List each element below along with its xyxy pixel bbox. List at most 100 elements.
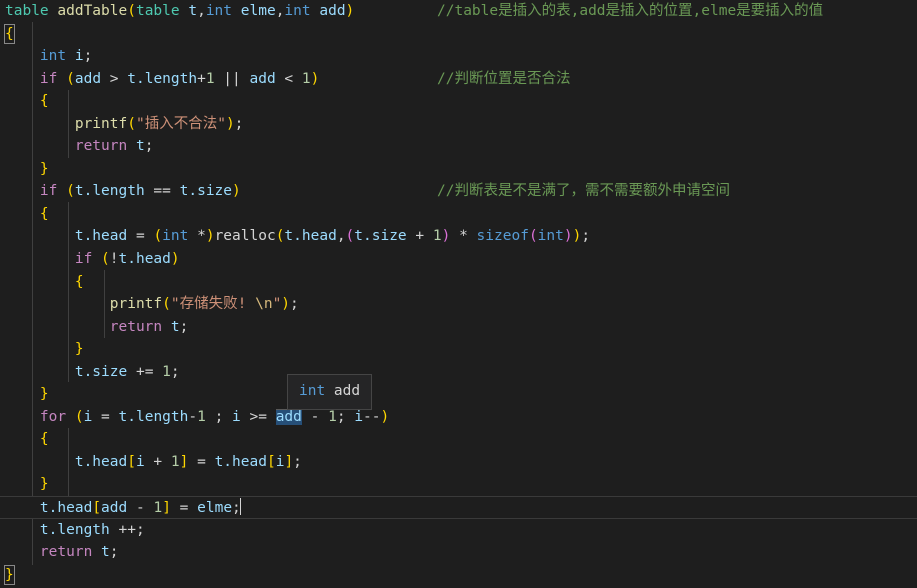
token-semicolon: ; <box>205 408 233 425</box>
code-line[interactable]: t.head[i + 1] = t.head[i]; <box>0 451 917 474</box>
token-variable: i <box>354 408 364 425</box>
token-operator: - <box>188 408 198 425</box>
token-paren: ( <box>127 3 136 19</box>
token-operator: = <box>170 500 198 517</box>
code-line[interactable]: return t; <box>0 541 917 564</box>
token-string: "插入不合法" <box>135 115 226 132</box>
token-string: " <box>272 296 282 313</box>
token-variable: t.head <box>74 453 128 470</box>
token-control-keyword: if <box>39 183 58 200</box>
token-paren: ( <box>66 408 84 425</box>
token-keyword: int <box>39 48 67 65</box>
token-operator: * <box>450 228 477 245</box>
code-line[interactable]: if (!t.head) <box>0 248 917 271</box>
code-line[interactable]: return t; <box>0 135 917 158</box>
token-variable: t <box>127 138 145 155</box>
token-param-type: int <box>284 3 311 19</box>
code-line[interactable]: table addTable(table t,int elme,int add)… <box>0 0 917 23</box>
code-line[interactable]: } <box>0 383 917 406</box>
token-brace-close: } <box>39 160 49 177</box>
code-line[interactable]: } <box>0 338 917 361</box>
code-line[interactable]: if (add > t.length+1 || add < 1)//判断位置是否… <box>0 68 917 91</box>
token-variable: add <box>74 70 102 87</box>
code-line[interactable]: { <box>0 428 917 451</box>
token-number: 1 <box>328 408 337 425</box>
code-line[interactable]: { <box>0 23 917 46</box>
code-line[interactable]: t.head = (int *)realloc(t.head,(t.size +… <box>0 225 917 248</box>
token-param-name: elme <box>232 3 276 19</box>
token-variable: t.head <box>214 453 267 470</box>
token-paren: ) <box>232 183 241 200</box>
token-escape-sequence: \n <box>255 296 273 313</box>
token-variable: i <box>66 48 84 65</box>
token-semicolon: ; <box>179 318 189 335</box>
token-brace-close: } <box>39 386 49 403</box>
token-paren: ) <box>310 70 320 87</box>
token-brace-open: { <box>39 431 49 448</box>
token-semicolon: ; <box>170 363 180 380</box>
code-line[interactable]: t.size += 1; <box>0 361 917 384</box>
token-control-keyword: if <box>39 70 58 87</box>
code-line[interactable]: return t; <box>0 316 917 339</box>
token-variable: t <box>162 318 180 335</box>
token-paren: ( <box>345 228 355 245</box>
token-comma: , <box>336 228 346 245</box>
token-operator: ++ <box>109 521 136 538</box>
code-line[interactable]: { <box>0 90 917 113</box>
code-line[interactable]: for (i = t.length-1 ; i >= add - 1; i--) <box>0 406 917 429</box>
token-semicolon: ; <box>581 228 591 245</box>
code-line[interactable]: } <box>0 564 917 587</box>
token-function-name: addTable <box>57 3 128 19</box>
token-operator: == <box>144 183 180 200</box>
token-paren: ( <box>127 115 136 132</box>
code-line[interactable]: printf("存储失败! \n"); <box>0 293 917 316</box>
token-variable: t.head <box>284 228 337 245</box>
token-number: 1 <box>162 363 171 380</box>
token-variable: t.length <box>74 183 145 200</box>
token-bracket: ] <box>162 500 171 517</box>
code-line[interactable]: { <box>0 203 917 226</box>
token-variable: t.head <box>39 500 93 517</box>
token-bracket: [ <box>92 500 102 517</box>
token-operator: ! <box>109 251 119 268</box>
token-variable: t.size <box>354 228 407 245</box>
code-line[interactable]: printf("插入不合法"); <box>0 113 917 136</box>
token-paren: ( <box>66 70 75 87</box>
token-semicolon: ; <box>83 48 93 65</box>
tooltip-type-keyword: int <box>299 383 326 399</box>
token-paren: ) <box>345 3 355 19</box>
code-line[interactable]: } <box>0 158 917 181</box>
token-function-call: printf <box>74 115 128 132</box>
code-line[interactable]: if (t.length == t.size) //判断表是不是满了，需不需要额外… <box>0 180 917 203</box>
code-comment: //table是插入的表,add是插入的位置,elme是要插入的值 <box>437 3 824 19</box>
token-semicolon: ; <box>135 521 145 538</box>
token-paren: ) <box>225 115 235 132</box>
token-semicolon: ; <box>290 296 299 313</box>
token-keyword: int <box>537 228 564 245</box>
token-brace-close: } <box>39 476 49 493</box>
token-variable-highlighted[interactable]: add <box>275 408 302 425</box>
code-line[interactable]: { <box>0 271 917 294</box>
token-operator: += <box>127 363 163 380</box>
code-line[interactable]: t.length ++; <box>0 519 917 542</box>
code-line[interactable]: } <box>0 473 917 496</box>
code-line-current[interactable]: t.head[add - 1] = elme; <box>0 496 917 519</box>
token-operator: + <box>197 70 206 87</box>
token-operator: - <box>127 500 154 517</box>
token-variable: t.length <box>127 70 198 87</box>
code-editor[interactable]: table addTable(table t,int elme,int add)… <box>0 0 917 588</box>
code-comment: //判断位置是否合法 <box>437 70 571 87</box>
token-variable: add <box>249 70 276 87</box>
code-line[interactable]: int i; <box>0 45 917 68</box>
